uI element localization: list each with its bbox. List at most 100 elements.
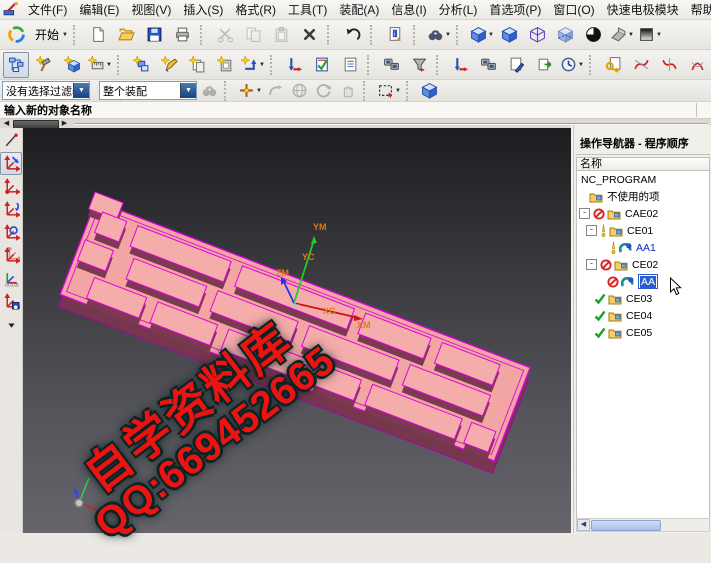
tree-row-3[interactable]: -CE01 xyxy=(577,222,709,239)
menu-item-4[interactable]: 插入(S) xyxy=(177,0,229,19)
tree-row-label: CE02 xyxy=(632,259,658,271)
verify-toolpath-button[interactable] xyxy=(309,52,335,78)
rotate-select-button[interactable] xyxy=(313,80,335,102)
toolpath-report-button[interactable]: ▼ xyxy=(559,52,585,78)
simulate-machine-button[interactable] xyxy=(378,52,404,78)
license-key-button[interactable] xyxy=(600,52,626,78)
create-geometry-button[interactable] xyxy=(59,52,85,78)
dropdown-arrow-icon[interactable]: ▼ xyxy=(180,83,196,98)
create-operation-button[interactable] xyxy=(128,52,154,78)
rail-overflow-button[interactable] xyxy=(0,313,22,336)
menu-item-10[interactable]: 首选项(P) xyxy=(483,0,547,19)
paste-button[interactable] xyxy=(269,22,295,48)
post-process-button[interactable] xyxy=(406,52,432,78)
pan-select-button[interactable] xyxy=(337,80,359,102)
menu-item-12[interactable]: 快速电极模块 xyxy=(601,0,685,19)
menu-item-7[interactable]: 装配(A) xyxy=(333,0,385,19)
marquee-select-button[interactable]: ▼ xyxy=(376,80,402,102)
tree-row-4[interactable]: AA1 xyxy=(577,239,709,256)
tree-row-9[interactable]: CE05 xyxy=(577,324,709,341)
cue-scroll-right-button[interactable]: ▶ xyxy=(60,120,69,128)
exclamation-icon xyxy=(600,224,607,237)
export-doc-button[interactable] xyxy=(531,52,557,78)
tree-row-7[interactable]: CE03 xyxy=(577,290,709,307)
timer-button[interactable] xyxy=(289,80,311,102)
wcs-display-button[interactable]: (0,0,0) xyxy=(0,267,22,290)
copy-operation-button[interactable] xyxy=(184,52,210,78)
recall-selection-button[interactable] xyxy=(265,80,287,102)
tree-row-5[interactable]: - CE02 xyxy=(577,256,709,273)
undo-button[interactable] xyxy=(340,22,366,48)
wcs-origin-button[interactable] xyxy=(0,175,22,198)
dropdown-arrow-icon[interactable]: ▼ xyxy=(73,83,89,98)
nx-logo-button[interactable] xyxy=(3,22,29,48)
tree-row-2[interactable]: -CAE02 xyxy=(577,205,709,222)
wcs-orient-button[interactable] xyxy=(0,221,22,244)
export-info-button[interactable]: i xyxy=(383,22,409,48)
copy-button[interactable] xyxy=(241,22,267,48)
trim-curve-button[interactable] xyxy=(628,52,654,78)
output-clsf-button[interactable] xyxy=(447,52,473,78)
find-component-button[interactable]: ▼ xyxy=(426,22,452,48)
new-file-button[interactable] xyxy=(86,22,112,48)
machine-sim-button[interactable] xyxy=(475,52,501,78)
cue-scroll-left-button[interactable]: ◀ xyxy=(2,120,11,128)
snap-point-button[interactable]: ▼ xyxy=(237,80,263,102)
selection-filter-dropdown[interactable]: 没有选择过滤器 ▼ xyxy=(2,81,90,100)
divide-curve-button[interactable] xyxy=(656,52,682,78)
save-button[interactable] xyxy=(142,22,168,48)
menu-item-1[interactable]: 文件(F) xyxy=(22,0,73,19)
menu-item-5[interactable]: 格式(R) xyxy=(229,0,282,19)
line-tool-button[interactable] xyxy=(0,129,22,152)
tree-row-0[interactable]: NC_PROGRAM xyxy=(577,171,709,188)
tree-row-8[interactable]: CE04 xyxy=(577,307,709,324)
transform-operation-button[interactable]: ▼ xyxy=(240,52,266,78)
menu-item-11[interactable]: 窗口(O) xyxy=(547,0,600,19)
scroll-thumb[interactable] xyxy=(591,520,661,531)
translucent-view-button[interactable] xyxy=(553,22,579,48)
create-method-button[interactable]: ▼ xyxy=(87,52,113,78)
menu-bar: 文件(F)编辑(E)视图(V)插入(S)格式(R)工具(T)装配(A)信息(I)… xyxy=(0,0,711,20)
background-button[interactable]: ▼ xyxy=(637,22,663,48)
start-button[interactable]: 开始▼ xyxy=(31,22,69,48)
paste-operation-button[interactable] xyxy=(212,52,238,78)
open-file-button[interactable] xyxy=(114,22,140,48)
wcs-set-button[interactable] xyxy=(0,244,22,267)
tree-row-6[interactable]: AA xyxy=(577,273,709,290)
menu-item-9[interactable]: 分析(L) xyxy=(433,0,484,19)
find-object-button[interactable] xyxy=(198,80,220,102)
create-tool-button[interactable] xyxy=(31,52,57,78)
scroll-left-button[interactable]: ◀ xyxy=(577,519,590,531)
render-style-button[interactable] xyxy=(581,22,607,48)
start-button-label: 开始 xyxy=(35,26,59,43)
edit-operation-button[interactable] xyxy=(156,52,182,78)
wcs-save-button[interactable] xyxy=(0,290,22,313)
print-button[interactable] xyxy=(170,22,196,48)
menu-item-2[interactable]: 编辑(E) xyxy=(73,0,125,19)
program-view-button[interactable] xyxy=(3,52,29,78)
shaded-view-button[interactable] xyxy=(497,22,523,48)
rename-input[interactable]: AA xyxy=(638,274,658,289)
join-curve-button[interactable] xyxy=(684,52,710,78)
selection-scope-dropdown[interactable]: 整个装配 ▼ xyxy=(99,81,197,100)
wcs-dynamics-button[interactable] xyxy=(0,152,22,175)
wcs-rotate-button[interactable] xyxy=(0,198,22,221)
menu-item-8[interactable]: 信息(I) xyxy=(385,0,432,19)
menu-item-3[interactable]: 视图(V) xyxy=(125,0,177,19)
expander-minus[interactable]: - xyxy=(579,208,590,219)
tree-row-1[interactable]: 不使用的项 xyxy=(577,188,709,205)
generate-toolpath-button[interactable] xyxy=(281,52,307,78)
wireframe-view-button[interactable] xyxy=(525,22,551,48)
section-view-button[interactable]: ▼ xyxy=(609,22,635,48)
delete-button[interactable] xyxy=(297,22,323,48)
list-toolpath-button[interactable] xyxy=(337,52,363,78)
display-mode-button[interactable]: ▼ xyxy=(469,22,495,48)
cut-button[interactable] xyxy=(213,22,239,48)
solid-select-button[interactable] xyxy=(419,80,441,102)
menu-item-13[interactable]: 帮助(H) xyxy=(685,0,711,19)
expander-minus[interactable]: - xyxy=(586,225,597,236)
menu-item-6[interactable]: 工具(T) xyxy=(282,0,333,19)
expander-minus[interactable]: - xyxy=(586,259,597,270)
shop-docs-button[interactable] xyxy=(503,52,529,78)
graphics-viewport[interactable]: YM YC ZM XC XM X 自学资料库 QQ:669452665 xyxy=(23,128,571,533)
